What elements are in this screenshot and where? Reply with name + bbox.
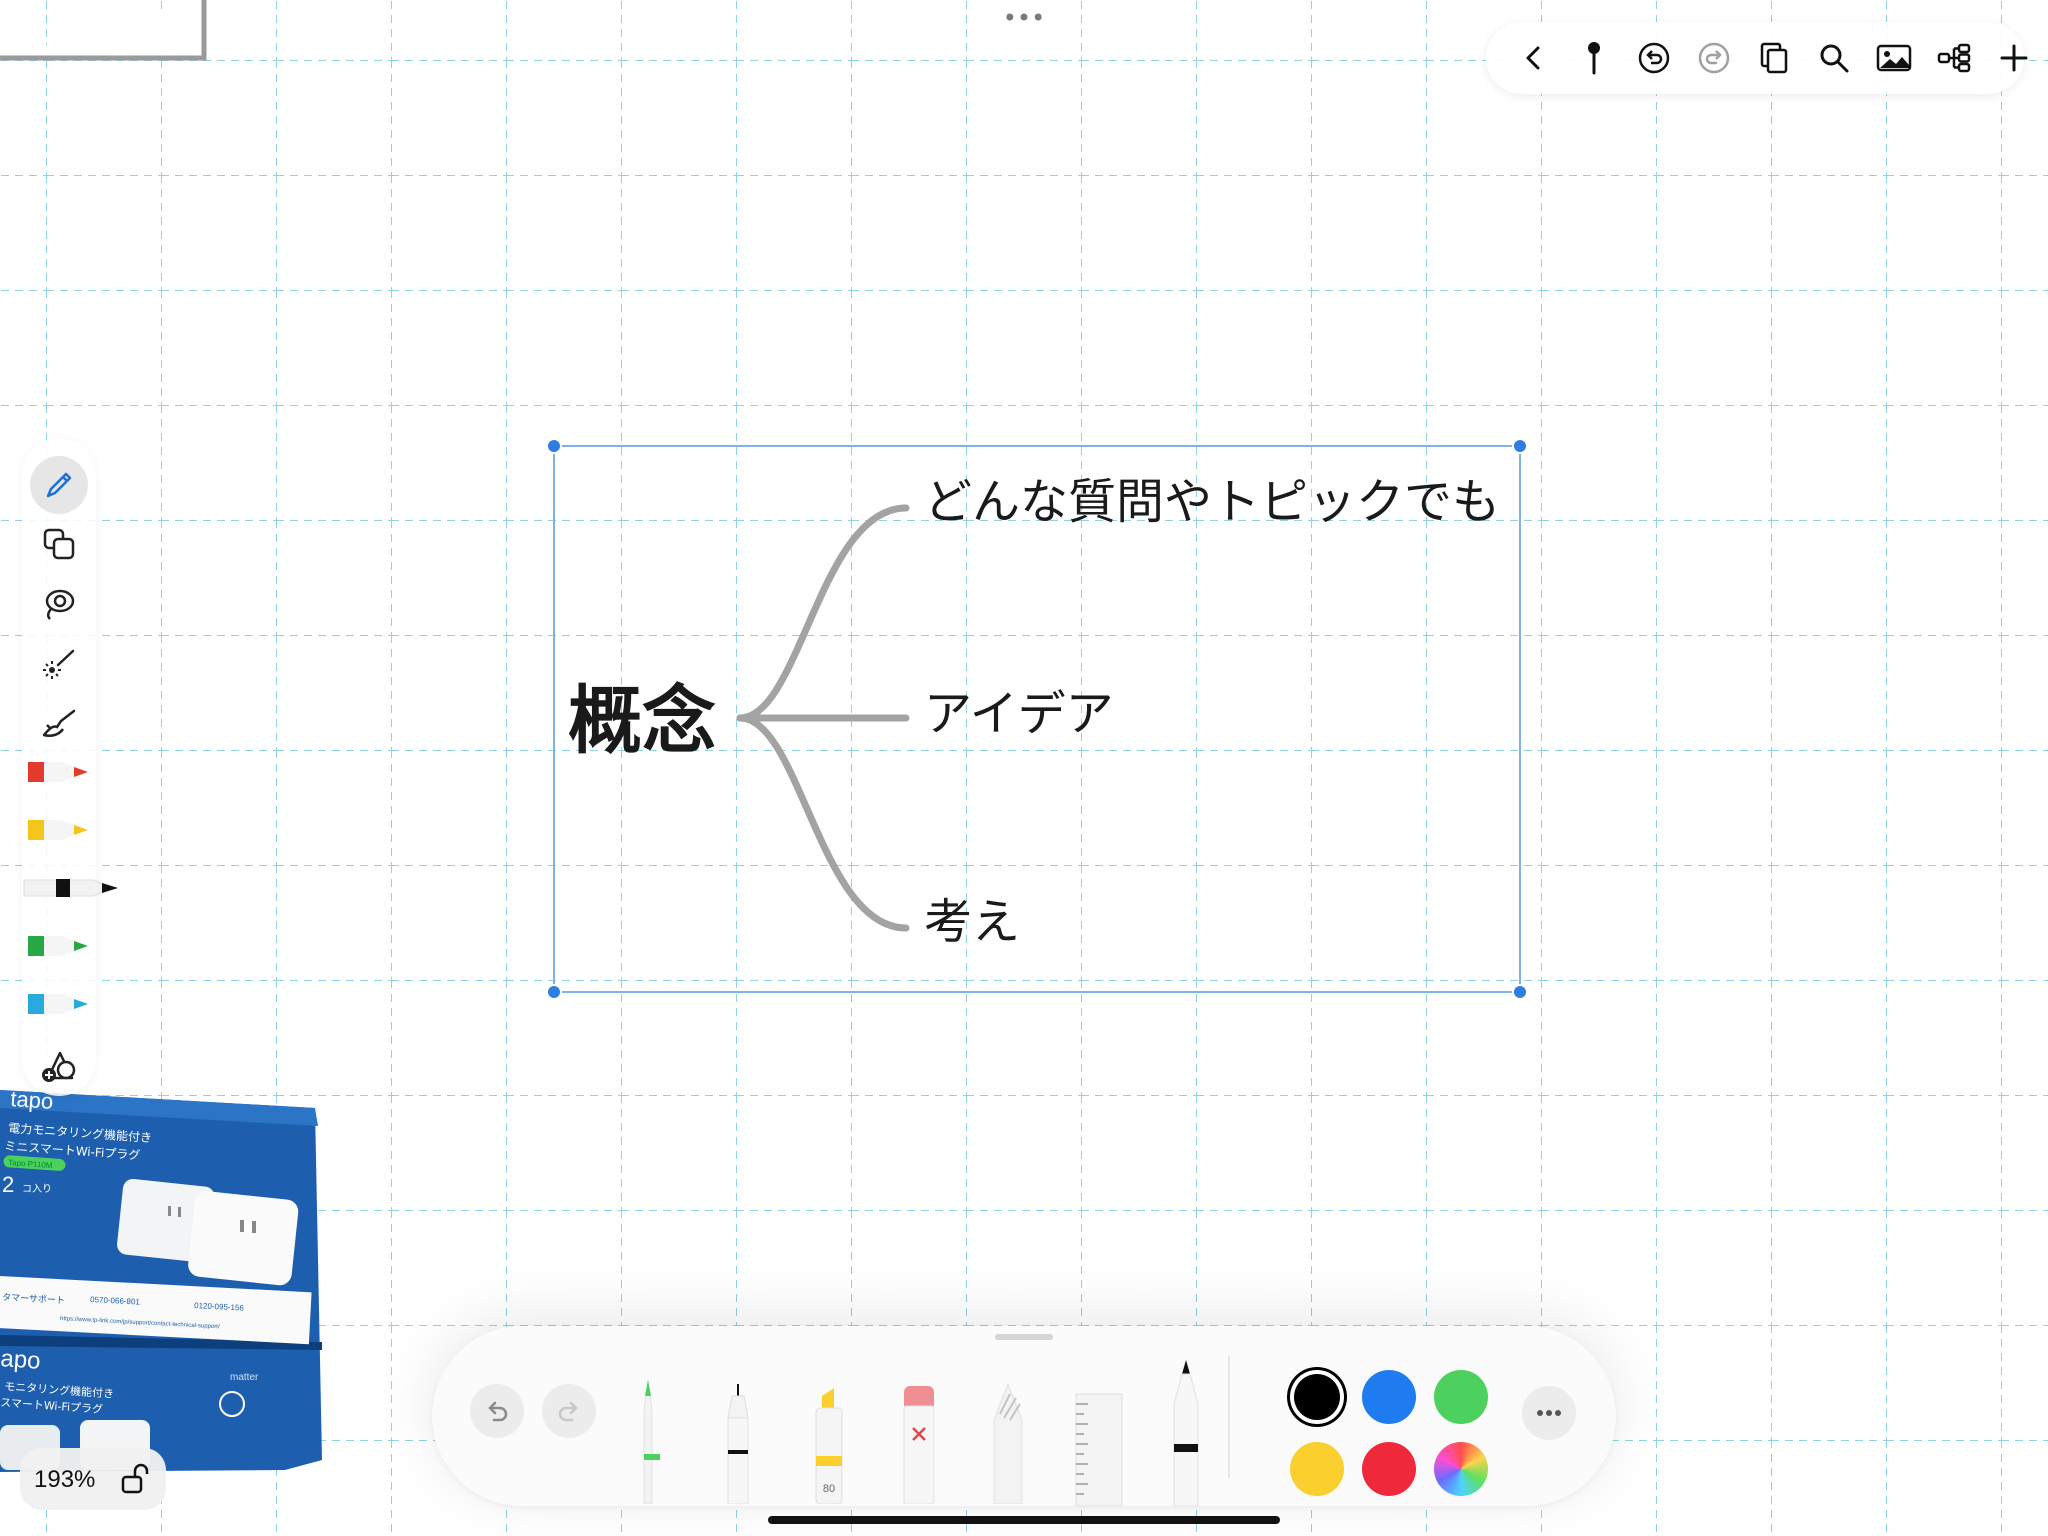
highlighter-tool[interactable]: 80 [808, 1384, 848, 1504]
selection-handle[interactable] [546, 438, 562, 454]
left-toolbar [22, 438, 118, 1096]
shapes-icon[interactable] [30, 516, 88, 572]
search-icon[interactable] [1812, 36, 1856, 80]
pin-icon[interactable] [1572, 36, 1616, 80]
pattern-pen-tool[interactable] [988, 1384, 1028, 1504]
selection-handle[interactable] [546, 984, 562, 1000]
unlock-icon[interactable] [120, 1462, 152, 1496]
fountain-pen-tool[interactable] [640, 1380, 668, 1504]
mindmap-connectors [736, 504, 910, 932]
top-toolbar [1486, 22, 2028, 94]
product-photo[interactable]: tapo 電力モニタリング機能付き ミニスマートWi-Fiプラグ Tapo P1… [0, 1080, 330, 1500]
ruler-tool[interactable] [1068, 1386, 1130, 1506]
color-swatch-black[interactable] [1294, 1374, 1340, 1420]
svg-text:2: 2 [2, 1172, 14, 1197]
highlighter-size-label: 80 [823, 1483, 835, 1495]
pen-black-selected[interactable] [22, 870, 122, 906]
image-icon[interactable] [1872, 36, 1916, 80]
svg-text:apo: apo [0, 1345, 41, 1375]
back-chevron-icon[interactable] [1512, 36, 1556, 80]
add-shape-icon[interactable] [30, 1038, 88, 1094]
pen-green[interactable] [26, 928, 92, 964]
selection-handle[interactable] [1512, 438, 1528, 454]
add-icon[interactable] [1992, 36, 2036, 80]
selection-handle[interactable] [1512, 984, 1528, 1000]
laser-pointer-icon[interactable] [30, 636, 88, 692]
ellipsis-icon [1537, 1410, 1561, 1416]
pencil-tool-selected[interactable] [1166, 1360, 1206, 1506]
mindmap-branch-node[interactable]: アイデア [924, 686, 1114, 742]
zoom-level: 193% [34, 1466, 96, 1493]
color-swatch-green[interactable] [1434, 1370, 1488, 1424]
mindmap-icon[interactable] [1932, 36, 1976, 80]
home-indicator[interactable] [768, 1516, 1280, 1524]
zoom-indicator[interactable]: 193% [20, 1448, 166, 1510]
svg-text:コ入り: コ入り [22, 1183, 52, 1195]
color-swatch-yellow[interactable] [1290, 1442, 1344, 1496]
redo-button[interactable] [542, 1384, 596, 1438]
lasso-icon[interactable] [30, 576, 88, 632]
pen-red[interactable] [26, 754, 92, 790]
undo-icon [488, 1401, 508, 1422]
pages-icon[interactable] [1752, 36, 1796, 80]
dock-more-button[interactable] [1522, 1386, 1576, 1440]
svg-text:matter: matter [230, 1372, 259, 1383]
pen-yellow[interactable] [26, 812, 92, 848]
eraser-tool[interactable] [898, 1384, 938, 1504]
dock-grabber[interactable] [995, 1334, 1053, 1340]
hand-pen-icon[interactable] [30, 696, 88, 752]
fineliner-tool[interactable] [718, 1384, 758, 1504]
color-swatch-red[interactable] [1362, 1442, 1416, 1496]
redo-circle-icon[interactable] [1692, 36, 1736, 80]
color-swatch-blue[interactable] [1362, 1370, 1416, 1424]
color-swatch-multicolor[interactable] [1434, 1442, 1488, 1496]
undo-button[interactable] [470, 1384, 524, 1438]
pen-cyan[interactable] [26, 986, 92, 1022]
pen-dock: 80 [432, 1326, 1616, 1506]
mindmap-branch-node[interactable]: 考え [924, 894, 1020, 950]
redo-icon [558, 1401, 578, 1422]
mindmap-branch-node[interactable]: どんな質問やトピックでも [924, 474, 1500, 530]
dock-divider [1228, 1356, 1230, 1478]
undo-circle-icon[interactable] [1632, 36, 1676, 80]
pencil-icon[interactable] [30, 456, 88, 514]
mindmap-root-node[interactable]: 概念 [568, 678, 716, 764]
